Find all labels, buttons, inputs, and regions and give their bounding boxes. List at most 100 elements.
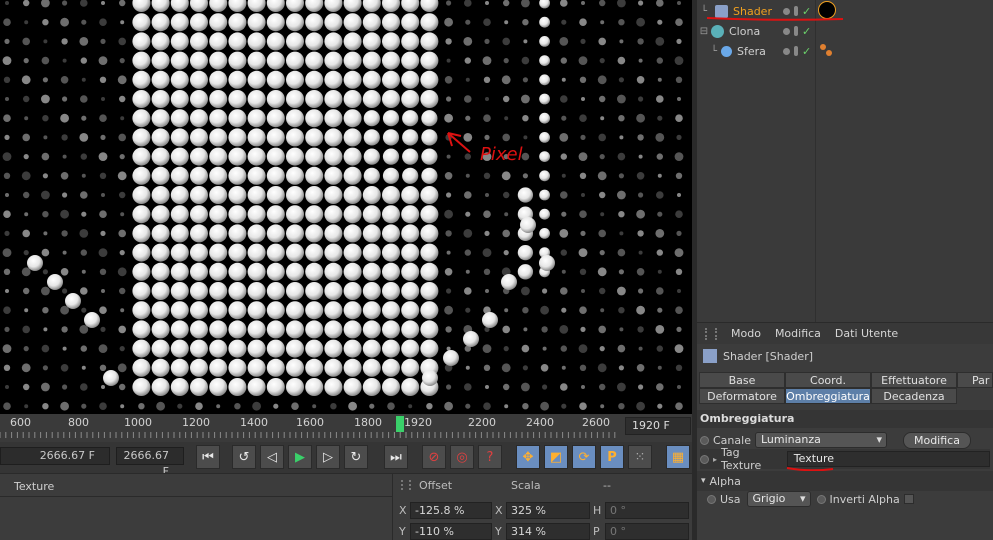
timeline-tick-label: 600 bbox=[10, 416, 31, 429]
playhead-marker[interactable] bbox=[396, 416, 404, 432]
offset-x-field[interactable]: -125.8 % bbox=[410, 502, 492, 519]
move-icon[interactable]: ✥ bbox=[516, 445, 540, 469]
attribute-title: Shader [Shader] bbox=[697, 344, 993, 368]
menu-dati-utente[interactable]: Dati Utente bbox=[835, 327, 898, 340]
modifica-button[interactable]: Modifica bbox=[902, 431, 971, 449]
tree-branch-icon: └ bbox=[710, 45, 718, 57]
grid-dots-icon[interactable]: ⁙ bbox=[628, 445, 652, 469]
offset-y-field[interactable]: -110 % bbox=[410, 523, 492, 540]
timeline-tick-label: 1600 bbox=[296, 416, 324, 429]
grip-icon[interactable] bbox=[705, 327, 717, 340]
prev-frame-icon[interactable]: ◁ bbox=[260, 445, 284, 469]
usa-label: Usa bbox=[720, 492, 741, 506]
go-to-start-icon[interactable]: ⏮ bbox=[196, 445, 220, 469]
object-row-clona[interactable]: ⊟ Clona ✓ bbox=[697, 21, 993, 41]
rotate-icon[interactable]: ⟳ bbox=[572, 445, 596, 469]
menu-modo[interactable]: Modo bbox=[731, 327, 761, 340]
animate-radio[interactable] bbox=[707, 494, 716, 504]
annotation-arrow-icon bbox=[447, 132, 471, 153]
scala-header: Scala bbox=[511, 479, 541, 492]
axis-label: H bbox=[593, 504, 602, 517]
next-key-icon[interactable]: ↻ bbox=[344, 445, 368, 469]
timeline-ruler[interactable]: 600 800 1000 1200 1400 1600 1800 1920 2200 2400 26… bbox=[0, 414, 692, 442]
shader-effector-icon bbox=[703, 349, 717, 363]
alpha-usa-row: Usa Grigio Inverti Alpha bbox=[707, 489, 914, 509]
tree-expander-icon[interactable]: ⊟ bbox=[697, 26, 711, 37]
menu-modifica[interactable]: Modifica bbox=[775, 327, 821, 340]
viewport[interactable]: Pixel bbox=[0, 0, 692, 414]
collapse-arrow-icon[interactable]: ▾ bbox=[701, 476, 706, 486]
filmstrip-icon[interactable]: ▦ bbox=[666, 445, 690, 469]
record-icon[interactable]: ⊘ bbox=[422, 445, 446, 469]
axis-label: Y bbox=[495, 525, 502, 538]
divider bbox=[0, 496, 392, 497]
timeline-tick-label: 1920 bbox=[404, 416, 432, 429]
section-heading: Ombreggiatura bbox=[697, 410, 993, 428]
timeline-tick-label: 1200 bbox=[182, 416, 210, 429]
tab-coord[interactable]: Coord. bbox=[785, 372, 871, 388]
tab-decadenza[interactable]: Decadenza bbox=[871, 388, 957, 404]
animate-radio[interactable] bbox=[700, 435, 709, 445]
preview-end-field[interactable]: 2666.67 F bbox=[116, 447, 184, 478]
tab-parametri[interactable]: Par bbox=[957, 372, 993, 388]
tab-deformatore[interactable]: Deformatore bbox=[699, 388, 785, 404]
canale-label: Canale bbox=[713, 433, 751, 447]
object-name: Sfera bbox=[737, 44, 766, 58]
timeline-tick-label: 800 bbox=[68, 416, 89, 429]
phong-tag-icon[interactable] bbox=[820, 44, 826, 50]
timeline-tick-label: 1000 bbox=[124, 416, 152, 429]
object-row-sfera[interactable]: └ Sfera ✓ bbox=[697, 41, 993, 61]
attribute-manager: Modo Modifica Dati Utente Shader [Shader… bbox=[697, 322, 993, 540]
object-name: Clona bbox=[729, 24, 761, 38]
rotation-p-field[interactable]: 0 ° bbox=[605, 523, 689, 540]
tag-texture-link-field[interactable]: Texture bbox=[786, 451, 990, 467]
tab-ombreggiatura[interactable]: Ombreggiatura bbox=[785, 388, 871, 404]
transport-bar: 2666.67 F 2666.67 F ⏮ ↺ ◁ ▶ ▷ ↻ ⏭ ⊘ ◎ ? … bbox=[0, 442, 692, 478]
rotation-header: -- bbox=[603, 479, 611, 492]
object-flags[interactable]: ✓ bbox=[783, 25, 811, 38]
tabs-row-2: Deformatore Ombreggiatura Decadenza bbox=[699, 388, 993, 404]
cinema4d-window: Pixel └ Shader ✓ ⊟ Clona ✓ └ Sfera ✓ Mod… bbox=[0, 0, 993, 540]
prev-key-icon[interactable]: ↺ bbox=[232, 445, 256, 469]
end-frame-field[interactable]: 2666.67 F bbox=[0, 447, 110, 465]
inverti-alpha-label: Inverti Alpha bbox=[829, 492, 900, 506]
rotation-h-field[interactable]: 0 ° bbox=[605, 502, 689, 519]
alpha-group-label: Alpha bbox=[709, 474, 741, 488]
scale-icon[interactable]: ◩ bbox=[544, 445, 568, 469]
alpha-group-header[interactable]: ▾ Alpha bbox=[697, 471, 993, 491]
object-title: Shader [Shader] bbox=[723, 349, 814, 363]
autokey-icon[interactable]: ◎ bbox=[450, 445, 474, 469]
tab-base[interactable]: Base bbox=[699, 372, 785, 388]
object-manager: └ Shader ✓ ⊟ Clona ✓ └ Sfera ✓ bbox=[697, 0, 993, 322]
axis-label: P bbox=[593, 525, 600, 538]
annotation-layer: Pixel bbox=[447, 132, 523, 165]
timeline-tick-label: 1800 bbox=[354, 416, 382, 429]
go-to-end-icon[interactable]: ⏭ bbox=[384, 445, 408, 469]
annotation-text: Pixel bbox=[480, 144, 523, 165]
timeline-tick-label: 1400 bbox=[240, 416, 268, 429]
tag-texture-row: ▸ Tag Texture Texture bbox=[700, 446, 990, 472]
tag-texture-label: Tag Texture bbox=[720, 446, 762, 472]
usa-dropdown[interactable]: Grigio bbox=[746, 491, 811, 507]
param-icon[interactable]: P bbox=[600, 445, 624, 469]
enabled-check-icon[interactable]: ✓ bbox=[802, 45, 811, 58]
phong-tag-icon bbox=[826, 50, 832, 56]
tab-effettuatore[interactable]: Effettuatore bbox=[871, 372, 957, 388]
material-header: Texture bbox=[14, 480, 55, 493]
enabled-check-icon[interactable]: ✓ bbox=[802, 25, 811, 38]
current-frame-field[interactable]: 1920 F bbox=[625, 417, 691, 435]
sphere-icon bbox=[721, 45, 732, 57]
object-flags[interactable]: ✓ bbox=[783, 45, 811, 58]
next-frame-icon[interactable]: ▷ bbox=[316, 445, 340, 469]
help-keys-icon[interactable]: ? bbox=[478, 445, 502, 469]
scala-x-field[interactable]: 325 % bbox=[506, 502, 590, 519]
attribute-menubar: Modo Modifica Dati Utente bbox=[697, 322, 993, 344]
expand-arrow-icon[interactable]: ▸ bbox=[713, 455, 717, 464]
inverti-alpha-checkbox[interactable] bbox=[903, 494, 914, 504]
play-icon[interactable]: ▶ bbox=[288, 445, 312, 469]
animate-radio[interactable] bbox=[816, 494, 826, 504]
offset-header: Offset bbox=[419, 479, 453, 492]
scala-y-field[interactable]: 314 % bbox=[506, 523, 590, 540]
grip-icon[interactable] bbox=[401, 480, 411, 490]
animate-radio[interactable] bbox=[700, 454, 709, 464]
